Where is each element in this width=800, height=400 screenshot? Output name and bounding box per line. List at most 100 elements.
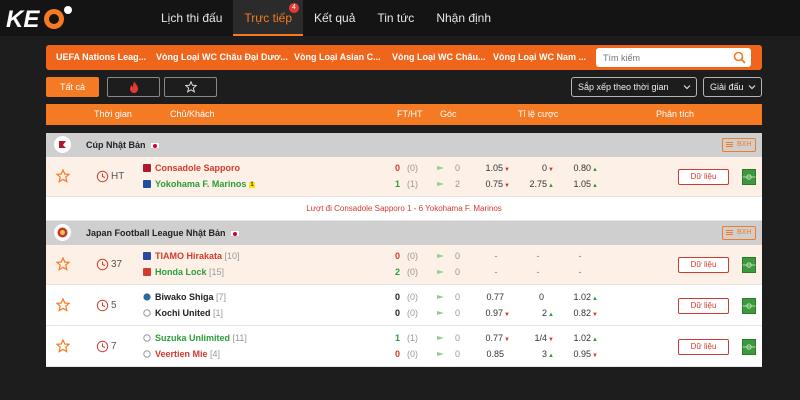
nav-live[interactable]: Trực tiếp 4 — [233, 0, 303, 36]
clock-icon — [96, 340, 109, 353]
away-team[interactable]: Kochi United [1] — [143, 308, 223, 318]
odds-value[interactable]: - — [476, 251, 516, 261]
league-quick-bar: UEFA Nations Leag... Vòng Loại WC Châu Đ… — [46, 45, 762, 70]
odds-value[interactable]: 0.82 — [558, 308, 598, 318]
odds-value[interactable]: 3 — [514, 349, 554, 359]
odds-value[interactable]: - — [518, 251, 558, 261]
clock-icon — [96, 170, 109, 183]
odds-value[interactable]: 1/4 — [514, 333, 554, 343]
filter-all-button[interactable]: Tất cả — [46, 77, 99, 97]
odds-value[interactable]: - — [560, 251, 600, 261]
col-ftht: FT/HT — [397, 109, 423, 119]
corner-flag-icon — [437, 182, 444, 188]
away-team-name: Yokohama F. Marinos — [155, 179, 247, 189]
away-team[interactable]: Yokohama F. Marinos 1 — [143, 179, 255, 189]
match-data-button[interactable]: Dữ liệu — [678, 257, 729, 273]
home-team[interactable]: TIAMO Hirakata [10] — [143, 251, 240, 261]
match-data-button[interactable]: Dữ liệu — [678, 169, 729, 185]
league-group-header[interactable]: Cúp Nhật Bản BXH — [46, 133, 762, 157]
league-link[interactable]: Vòng Loại WC Châu Đại Dươ... — [156, 45, 288, 70]
odds-value[interactable]: 0.85 — [464, 349, 504, 359]
league-group-header[interactable]: Japan Football League Nhật Bản BXH — [46, 221, 762, 245]
favorite-star-icon[interactable] — [56, 169, 70, 183]
odds-value[interactable]: 1.02 — [558, 333, 598, 343]
odds-value[interactable]: - — [560, 267, 600, 277]
pitch-icon[interactable] — [742, 257, 756, 273]
search-icon[interactable] — [733, 51, 746, 64]
first-leg-note: Lượt đi Consadole Sapporo 1 - 6 Yokohama… — [46, 197, 762, 221]
standings-button[interactable]: BXH — [722, 226, 756, 240]
away-score: 2 — [395, 267, 401, 277]
league-dropdown-label: Giải đấu — [710, 82, 744, 92]
league-link[interactable]: Vòng Loại WC Nam ... — [493, 45, 586, 70]
favorite-star-icon[interactable] — [56, 339, 70, 353]
nav-schedule[interactable]: Lịch thi đấu — [150, 0, 233, 36]
match-row: HT Consadole Sapporo Yokohama F. Marinos… — [46, 157, 762, 197]
sort-dropdown-label: Sắp xếp theo thời gian — [578, 82, 669, 92]
odds-value[interactable]: 0 — [514, 163, 554, 173]
league-name: Cúp Nhật Bản — [86, 140, 146, 150]
match-table: Cúp Nhật Bản BXH HT Consadole Sapporo Yo… — [46, 133, 762, 367]
league-link[interactable]: Vòng Loại Asian C... — [294, 45, 381, 70]
away-corners: 0 — [455, 308, 461, 318]
away-team-name: Honda Lock — [155, 267, 207, 277]
pitch-icon[interactable] — [742, 339, 756, 355]
search-box — [596, 48, 751, 67]
away-team[interactable]: Honda Lock [15] — [143, 267, 224, 277]
nav-predictions[interactable]: Nhận định — [425, 0, 502, 36]
odds-value[interactable]: 0.75 — [470, 179, 510, 189]
corner-flag-icon — [437, 254, 444, 260]
odds-value[interactable]: 0.77 — [464, 292, 504, 302]
match-data-button[interactable]: Dữ liệu — [678, 339, 729, 355]
home-corners: 0 — [455, 292, 461, 302]
home-team-name: Biwako Shiga — [155, 292, 214, 302]
pitch-icon[interactable] — [742, 169, 756, 185]
nav-results[interactable]: Kết quả — [303, 0, 366, 36]
odds-value[interactable]: 0.95 — [558, 349, 598, 359]
favorite-star-icon[interactable] — [56, 257, 70, 271]
col-time: Thời gian — [94, 109, 132, 119]
yellow-card-badge: 1 — [249, 182, 255, 188]
search-input[interactable] — [596, 48, 721, 67]
odds-value[interactable]: 0.97 — [470, 308, 510, 318]
home-ht-score: (1) — [407, 333, 418, 343]
team-crest-icon — [143, 252, 151, 260]
filter-favorite-button[interactable] — [164, 77, 217, 97]
away-score: 0 — [395, 349, 401, 359]
home-team[interactable]: Consadole Sapporo — [143, 163, 240, 173]
match-data-button[interactable]: Dữ liệu — [678, 298, 729, 314]
odds-value[interactable]: - — [518, 267, 558, 277]
away-team[interactable]: Veertien Mie [4] — [143, 349, 220, 359]
site-logo[interactable]: KE — [6, 3, 76, 33]
odds-value[interactable]: 2 — [514, 308, 554, 318]
favorite-star-icon[interactable] — [56, 298, 70, 312]
away-score: 0 — [395, 308, 401, 318]
home-score: 1 — [395, 333, 401, 343]
sort-dropdown[interactable]: Sắp xếp theo thời gian — [571, 77, 697, 97]
odds-value[interactable]: 0 — [504, 292, 544, 302]
league-link[interactable]: Vòng Loại WC Châu... — [392, 45, 486, 70]
home-team[interactable]: Biwako Shiga [7] — [143, 292, 226, 302]
filter-hot-button[interactable] — [107, 77, 160, 97]
league-dropdown[interactable]: Giải đấu — [703, 77, 762, 97]
odds-value[interactable]: 1.05 — [470, 163, 510, 173]
odds-value[interactable]: 0.77 — [470, 333, 510, 343]
odds-value[interactable]: 1.05 — [558, 179, 598, 189]
corner-flag-icon — [437, 166, 444, 172]
chevron-down-icon — [748, 85, 756, 90]
home-corners: 0 — [455, 251, 461, 261]
standings-button[interactable]: BXH — [722, 138, 756, 152]
odds-value[interactable]: 1.02 — [558, 292, 598, 302]
league-link[interactable]: UEFA Nations Leag... — [56, 45, 146, 70]
home-corners: 0 — [455, 163, 461, 173]
odds-value[interactable]: - — [476, 267, 516, 277]
odds-value[interactable]: 2.75 — [514, 179, 554, 189]
away-ht-score: (0) — [407, 267, 418, 277]
col-teams: Chủ/Khách — [170, 109, 215, 119]
odds-value[interactable]: 0.80 — [558, 163, 598, 173]
pitch-icon[interactable] — [742, 298, 756, 314]
home-team-rank: [11] — [232, 333, 247, 343]
home-team[interactable]: Suzuka Unlimited [11] — [143, 333, 247, 343]
home-ht-score: (0) — [407, 251, 418, 261]
nav-news[interactable]: Tin tức — [366, 0, 425, 36]
